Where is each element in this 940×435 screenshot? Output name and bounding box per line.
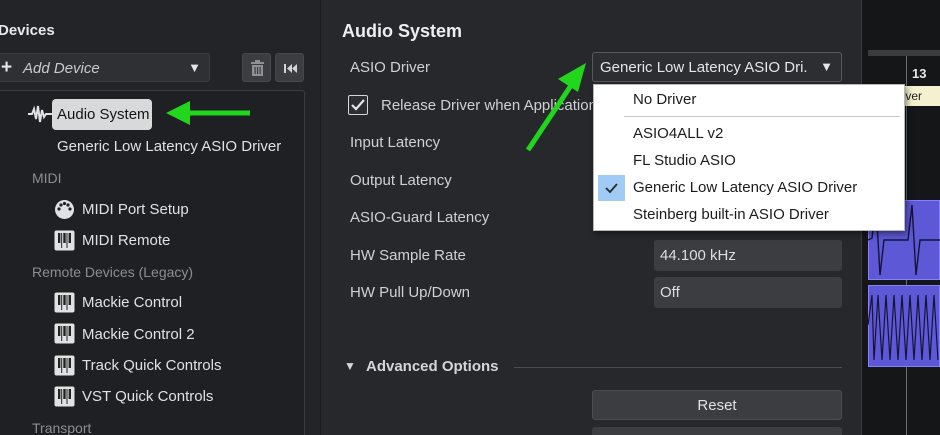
annotation-arrow-left: [166, 101, 250, 125]
annotation-arrow-up: [525, 63, 586, 152]
annotation-overlay: [166, 63, 586, 152]
